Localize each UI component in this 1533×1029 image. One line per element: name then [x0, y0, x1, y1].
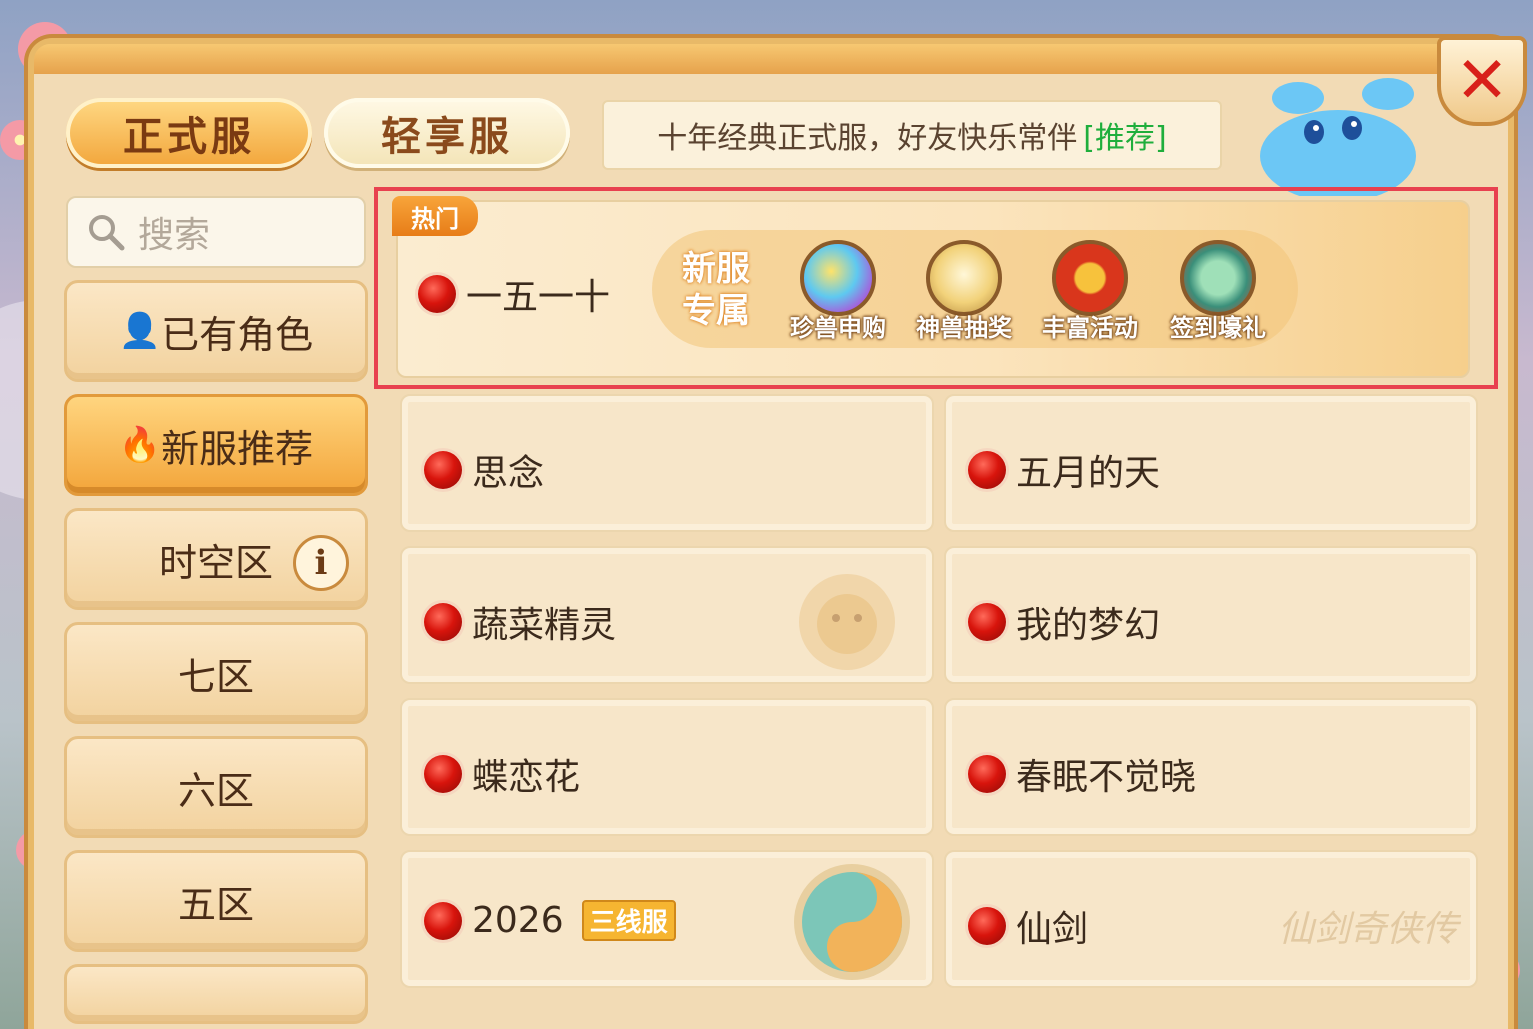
server-name: 五月的天 [1016, 453, 1161, 494]
perk-item: 珍兽申购 [782, 240, 894, 343]
server-name: 春眠不觉晓 [1016, 757, 1197, 798]
sidebar-item-zone-5[interactable]: 五区 [64, 850, 368, 952]
perk-label: 珍兽申购 [790, 314, 886, 342]
person-icon: 👤 [118, 311, 162, 351]
close-icon: ✕ [1455, 44, 1509, 118]
status-dot-icon [968, 603, 1006, 641]
status-dot-icon [968, 907, 1006, 945]
hot-server-entry[interactable]: 一五一十 [418, 268, 610, 320]
server-entry: 思念 [424, 444, 544, 496]
sidebar-item-label: 已有角色 [161, 312, 314, 357]
search-placeholder: 搜索 [138, 215, 211, 256]
rainbow-orb-icon [800, 240, 876, 316]
search-input[interactable]: 搜索 [66, 196, 366, 268]
mascot-icon [1260, 78, 1416, 196]
status-dot-icon [418, 275, 456, 313]
status-dot-icon [424, 603, 462, 641]
server-card[interactable]: 思念 [400, 394, 934, 532]
slogan-banner: 十年经典正式服，好友快乐常伴 [推荐] [602, 100, 1222, 170]
server-tag-badge: 三线服 [581, 900, 676, 941]
server-card[interactable]: 春眠不觉晓 [944, 698, 1478, 836]
server-entry: 蝶恋花 [424, 748, 580, 800]
search-icon [89, 215, 125, 251]
perk-item: 签到壕礼 [1162, 240, 1274, 343]
server-name: 思念 [472, 453, 545, 494]
sidebar-item-spacetime[interactable]: 时空区 i [64, 508, 368, 610]
yin-yang-icon [794, 864, 910, 980]
sidebar-item-more[interactable] [64, 964, 368, 1024]
sidebar-item-zone-6[interactable]: 六区 [64, 736, 368, 838]
server-card[interactable]: 五月的天 [944, 394, 1478, 532]
server-name: 我的梦幻 [1016, 605, 1161, 646]
flame-icon: 🔥 [118, 425, 162, 465]
perk-label: 神兽抽奖 [916, 314, 1012, 342]
server-entry: 仙剑 [968, 900, 1088, 952]
sidebar-item-label: 六区 [177, 768, 254, 813]
perk-label: 丰富活动 [1042, 314, 1138, 342]
hot-badge: 热门 [392, 196, 478, 236]
perk-label: 签到壕礼 [1170, 314, 1266, 342]
tab-light-server[interactable]: 轻享服 [324, 98, 570, 168]
server-entry: 五月的天 [968, 444, 1160, 496]
server-entry: 2026 三线服 [424, 900, 676, 941]
server-name: 仙剑 [1016, 909, 1089, 950]
status-dot-icon [424, 451, 462, 489]
server-card[interactable]: 蔬菜精灵 [400, 546, 934, 684]
slogan-recommend: [推荐] [1083, 121, 1167, 156]
status-dot-icon [424, 755, 462, 793]
panel-header-bar [34, 44, 1508, 74]
server-entry: 蔬菜精灵 [424, 596, 616, 648]
info-icon[interactable]: i [293, 535, 349, 591]
slogan-text: 十年经典正式服，好友快乐常伴 [657, 121, 1078, 156]
server-name: 蔬菜精灵 [472, 605, 617, 646]
server-name: 蝶恋花 [472, 757, 581, 798]
status-dot-icon [968, 755, 1006, 793]
dog-cabbage-icon [799, 574, 895, 670]
egg-icon [926, 240, 1002, 316]
status-dot-icon [424, 901, 462, 940]
gift-box-icon [1052, 240, 1128, 316]
sidebar-item-new-servers[interactable]: 🔥 新服推荐 [64, 394, 368, 496]
sidebar-item-zone-7[interactable]: 七区 [64, 622, 368, 724]
close-button[interactable]: ✕ [1437, 36, 1527, 126]
server-name: 一五一十 [466, 277, 611, 318]
server-entry: 我的梦幻 [968, 596, 1160, 648]
sidebar-item-label: 七区 [177, 654, 254, 699]
tab-formal-server[interactable]: 正式服 [66, 98, 312, 168]
perk-item: 神兽抽奖 [908, 240, 1020, 343]
sidebar-item-my-roles[interactable]: 👤 已有角色 [64, 280, 368, 382]
server-watermark: 仙剑奇侠传 [1278, 909, 1459, 950]
server-card[interactable]: 我的梦幻 [944, 546, 1478, 684]
dragon-icon [1180, 240, 1256, 316]
sidebar-item-label: 五区 [177, 882, 254, 927]
perks-title: 新服专属 [682, 249, 750, 331]
server-name: 2026 [472, 900, 564, 941]
status-dot-icon [968, 451, 1006, 489]
sidebar-item-label: 时空区 [158, 540, 273, 585]
perk-item: 丰富活动 [1034, 240, 1146, 343]
sidebar-item-label: 新服推荐 [161, 426, 314, 471]
server-entry: 春眠不觉晓 [968, 748, 1196, 800]
server-card[interactable]: 2026 三线服 [400, 850, 934, 988]
server-card[interactable]: 蝶恋花 [400, 698, 934, 836]
